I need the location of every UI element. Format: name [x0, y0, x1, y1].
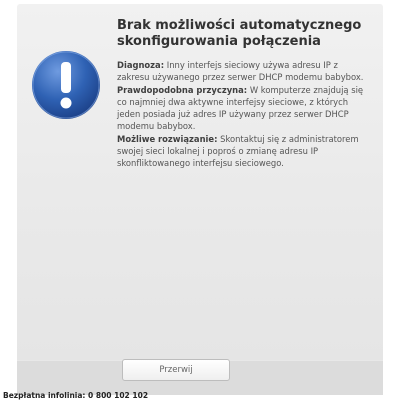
abort-button[interactable]: Przerwij — [122, 359, 230, 381]
dialog-content: Brak możliwości automatycznego skonfigur… — [117, 18, 369, 170]
exclamation-icon — [31, 50, 101, 120]
dialog-title: Brak możliwości automatycznego skonfigur… — [117, 18, 362, 49]
error-dialog: Brak możliwości automatycznego skonfigur… — [17, 4, 383, 395]
cause-label: Prawdopodobna przyczyna: — [117, 84, 248, 95]
cause-paragraph: Prawdopodobna przyczyna: W komputerze zn… — [117, 84, 369, 133]
hotline-text: Bezpłatna infolinia: 0 800 102 102 — [3, 391, 149, 400]
solution-label: Możliwe rozwiązanie: — [117, 133, 218, 144]
solution-paragraph: Możliwe rozwiązanie: Skontaktuj się z ad… — [117, 133, 369, 170]
diagnosis-label: Diagnoza: — [117, 60, 165, 70]
diagnosis-paragraph: Diagnoza: Inny interfejs sieciowy używa … — [117, 59, 369, 84]
